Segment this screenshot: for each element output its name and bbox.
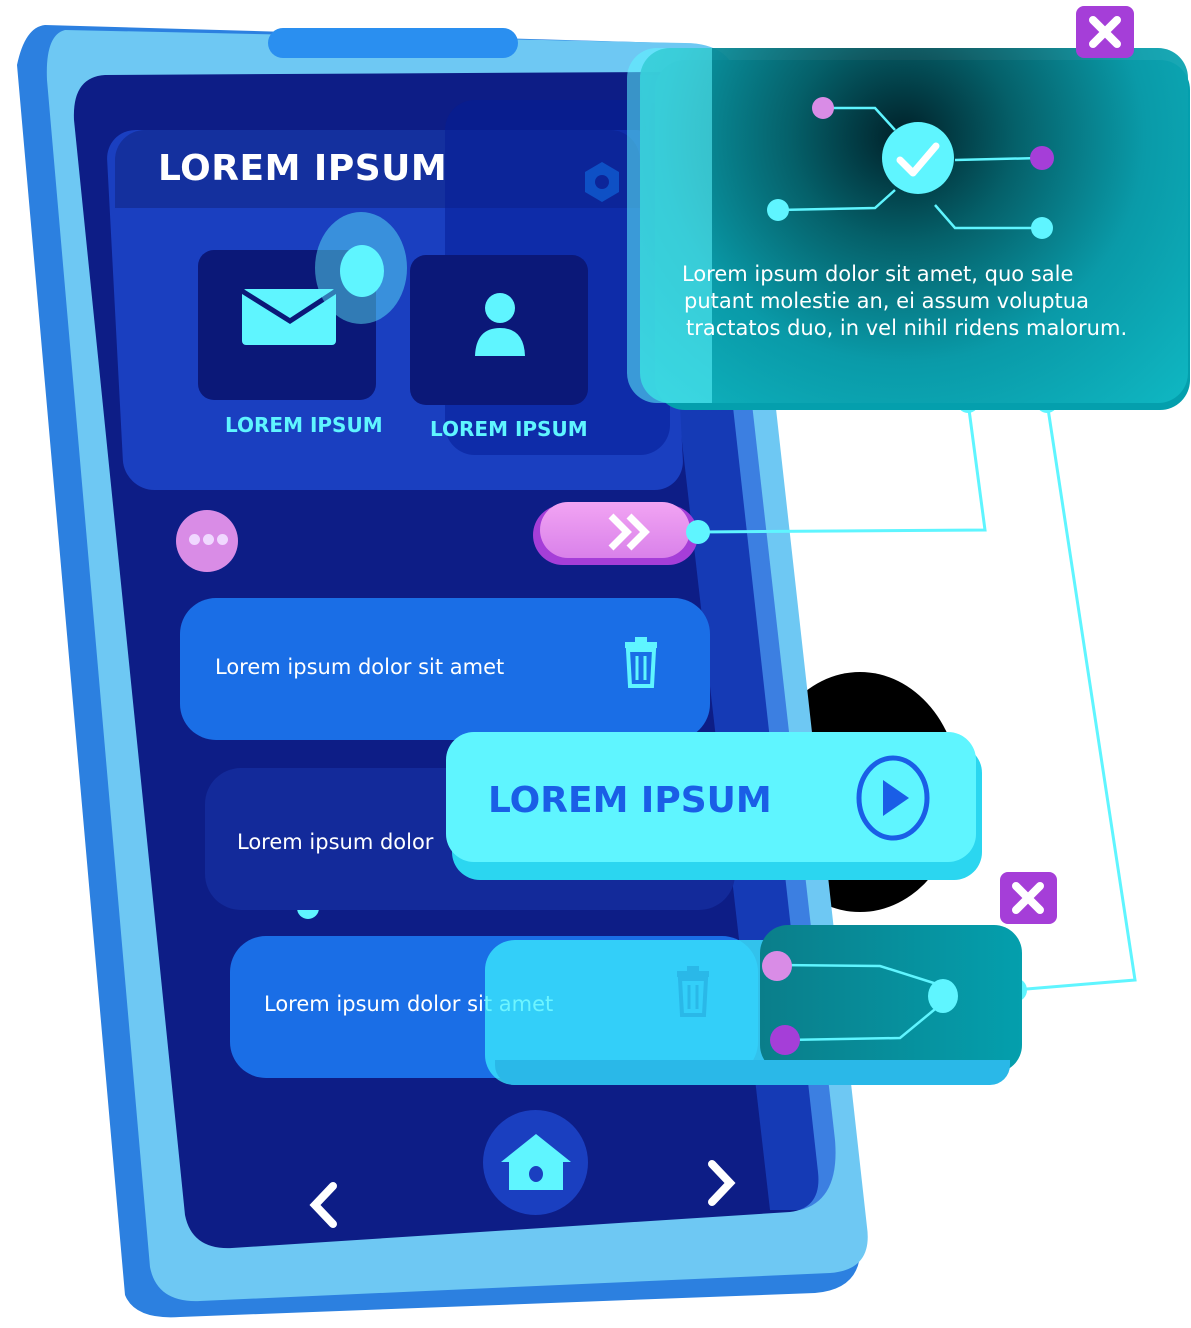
info-node-graph — [767, 97, 1054, 239]
home-icon — [501, 1134, 571, 1190]
close-icon — [1089, 16, 1121, 48]
chevron-right-icon[interactable] — [700, 1158, 740, 1208]
check-circle-icon — [882, 122, 954, 194]
chevron-left-icon[interactable] — [305, 1180, 345, 1230]
info-text-line-1: Lorem ipsum dolor sit amet, quo sale — [682, 262, 1074, 286]
info-text-line-3: tractatos duo, in vel nihil ridens malor… — [686, 316, 1128, 340]
info-text-line-2: putant molestie an, ei assum voluptua — [684, 289, 1089, 313]
